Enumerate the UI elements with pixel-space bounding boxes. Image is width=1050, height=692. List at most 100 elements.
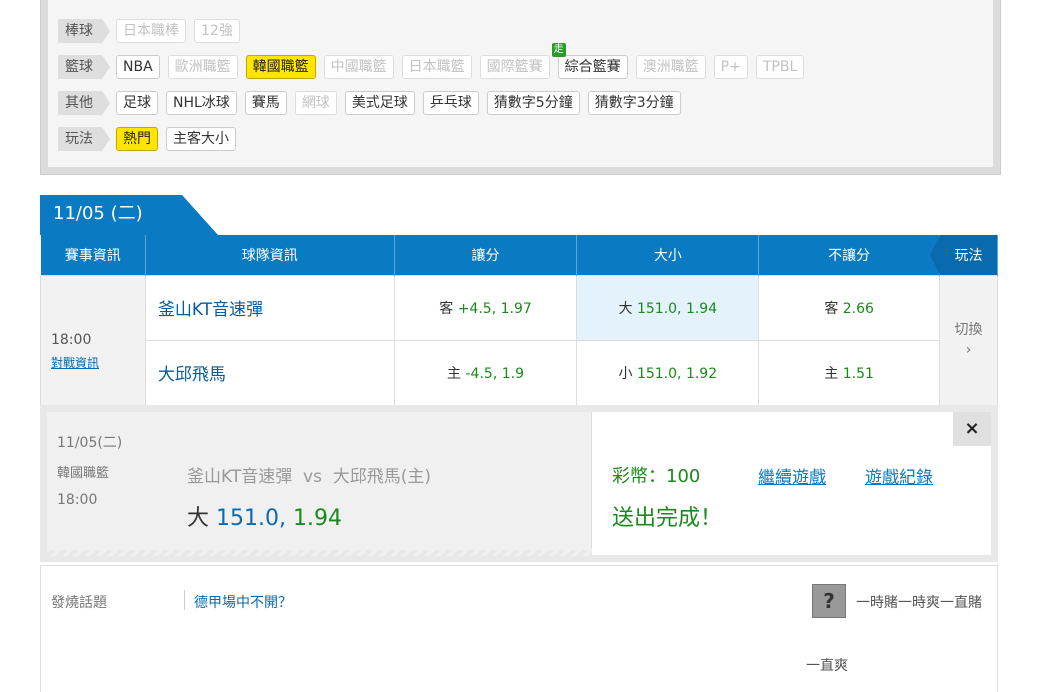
filter-chip: 歐洲職籃 [167,55,238,79]
bet-ticket: 11/05(二) 韓國職籃 18:00 釜山KT音速彈 vs 大邱飛馬(主) 大… [47,412,592,556]
header-moneyline: 不讓分 [758,235,941,275]
filter-chip-label: 賽馬 [251,95,280,111]
ticket-league: 韓國職籃 [57,466,110,481]
filter-chip[interactable]: NHL冰球 [166,91,237,115]
pick-line: 151.0, [216,506,286,531]
filter-chip: 澳洲職籃 [635,55,706,79]
total-over-line: 151.0, [636,300,682,317]
filter-row: 籃球 NBA 歐洲職籃 韓國職籃 中國職籃 日本職籃 國際籃賽 綜合籃賽 走澳洲職籃 P+ TPBL [58,43,812,80]
header-play-type[interactable]: 玩法 [929,235,998,275]
total-under-line: 151.0, [636,365,682,382]
moneyline-home-side: 主 [824,365,839,382]
filter-chip-label: 主客大小 [173,131,229,147]
filter-chip[interactable]: NBA [116,55,160,79]
filter-chip[interactable]: 乒乓球 [422,91,479,115]
team-home: 大邱飛馬 [144,339,395,406]
ticket-date: 11/05(二) [57,435,123,451]
submit-done-message: 送出完成！ [612,506,723,531]
moneyline-away-cell[interactable]: 客 2.66 [758,274,941,341]
filter-chip-label: 網球 [301,95,330,111]
moneyline-home-cell[interactable]: 主 1.51 [758,339,941,406]
table-row: 大邱飛馬 主 -4.5, 1.9 小 151.0, 1.92 主 1.51 [41,339,998,406]
total-over-cell[interactable]: 大 151.0, 1.94 [576,274,760,341]
total-under-cell[interactable]: 小 151.0, 1.92 [576,339,760,406]
filter-chip-label: 中國職籃 [330,59,387,75]
header-event-info: 賽事資訊 [40,235,146,275]
filter-category-label: 其他 [58,91,110,115]
filter-chip[interactable]: 猜數字5分鐘 [486,91,580,115]
continue-game-link[interactable]: 繼續遊戲 [758,463,826,488]
filter-chip-label: 乒乓球 [429,95,472,111]
filter-panel: 棒球 日本職棒 12強 籃球 NBA 歐洲職籃 韓國職籃 中國職籃 日本職籃 國際籃賽 綜合籃賽 走澳… [40,0,1001,175]
ticket-pick: 大 151.0, 1.94 [187,500,342,532]
moneyline-away-odds: 2.66 [842,300,874,317]
hot-topics-section: 發燒話題 德甲場中不開？ ? 一時賭一時爽一直賭 一直爽 [40,565,998,692]
filter-chip-label: 韓國職籃 [252,59,309,75]
filter-chip: P+ [713,55,748,79]
filter-chip[interactable]: 韓國職籃 [245,55,316,79]
filter-chip-label: 美式足球 [351,95,408,111]
moneyline-home-odds: 1.51 [842,365,874,382]
filter-chip-label: 歐洲職籃 [174,59,231,75]
filter-chip: 日本職籃 [401,55,472,79]
ticket-zigzag-edge [47,548,592,556]
filter-chip[interactable]: 足球 [116,91,158,115]
moneyline-away-side: 客 [824,300,839,317]
odds-header-row: 賽事資訊 球隊資訊 讓分 大小 不讓分 玩法 [40,235,998,275]
matchup-link[interactable]: 對戰資訊 [51,354,145,371]
user-nickname[interactable]: 一時賭一時爽一直賭 [856,592,982,612]
header-total: 大小 [576,235,760,275]
spread-away-odds: 1.97 [500,300,532,317]
filter-chip-label: 熱門 [123,131,151,147]
filter-category-label: 棒球 [58,19,110,43]
close-button[interactable]: × [953,412,991,446]
filter-chip: 網球 [294,91,337,115]
filter-chip: 中國職籃 [323,55,394,79]
team-away: 釜山KT音速彈 [144,274,395,341]
filter-chip-label: NHL冰球 [173,95,230,111]
spread-home-cell[interactable]: 主 -4.5, 1.9 [393,339,578,406]
spread-away-side: 客 [439,300,454,317]
chevron-right-icon: › [965,342,972,358]
filter-chip: TPBL [755,55,805,79]
spread-away-cell[interactable]: 客 +4.5, 1.97 [393,274,578,341]
coin-balance: 彩幣：100 [612,466,701,487]
filter-chip[interactable]: 熱門 [116,127,158,151]
total-under-side: 小 [618,365,633,382]
filter-row: 玩法 熱門 主客大小 [58,126,244,152]
spread-home-line: -4.5, [465,365,498,382]
spread-home-odds: 1.9 [501,365,524,382]
switch-button[interactable]: 切換 › [939,274,998,406]
filter-chip[interactable]: 賽馬 [244,91,287,115]
table-row: 18:00 對戰資訊 釜山KT音速彈 客 +4.5, 1.97 大 151.0,… [40,274,998,406]
filter-chip: 國際籃賽 [479,55,550,79]
avatar[interactable]: ? [812,584,846,618]
filter-row: 棒球 日本職棒 12強 [58,18,248,44]
bet-confirmation: 11/05(二) 韓國職籃 18:00 釜山KT音速彈 vs 大邱飛馬(主) 大… [40,405,998,562]
spread-home-side: 主 [447,365,462,382]
user-reply: 一直爽 [806,658,848,674]
filter-chip-label: 日本職籃 [408,59,465,75]
ticket-time: 18:00 [57,492,98,508]
filter-chip[interactable]: 綜合籃賽 走 [551,43,628,79]
filter-chip[interactable]: 猜數字3分鐘 [587,91,681,115]
filter-chip: 12強 [194,19,240,43]
match-time: 18:00 [51,331,92,348]
date-tab: 11/05 (二) [40,195,218,235]
hot-topic-link[interactable]: 德甲場中不開？ [194,592,292,612]
avatar-question-icon: ? [823,589,835,613]
result-area: × 彩幣：100 送出完成！ 繼續遊戲 遊戲紀錄 [592,412,991,555]
filter-chip: 日本職棒 [116,19,186,43]
game-record-link[interactable]: 遊戲紀錄 [865,463,933,488]
filter-chip-label: 澳洲職籃 [642,59,699,75]
filter-chip[interactable]: 主客大小 [166,127,236,151]
hot-topics-label: 發燒話題 [51,595,107,611]
header-spread: 讓分 [394,235,578,275]
filter-chip-label: 猜數字5分鐘 [493,95,573,111]
pick-side: 大 [187,506,210,531]
filter-chip[interactable]: 美式足球 [344,91,415,115]
ticket-matchup: 釜山KT音速彈 vs 大邱飛馬(主) [187,467,432,487]
filter-chip-label: 綜合籃賽 [564,59,621,75]
pick-odds: 1.94 [293,506,342,531]
filter-chip-label: 足球 [123,95,151,111]
